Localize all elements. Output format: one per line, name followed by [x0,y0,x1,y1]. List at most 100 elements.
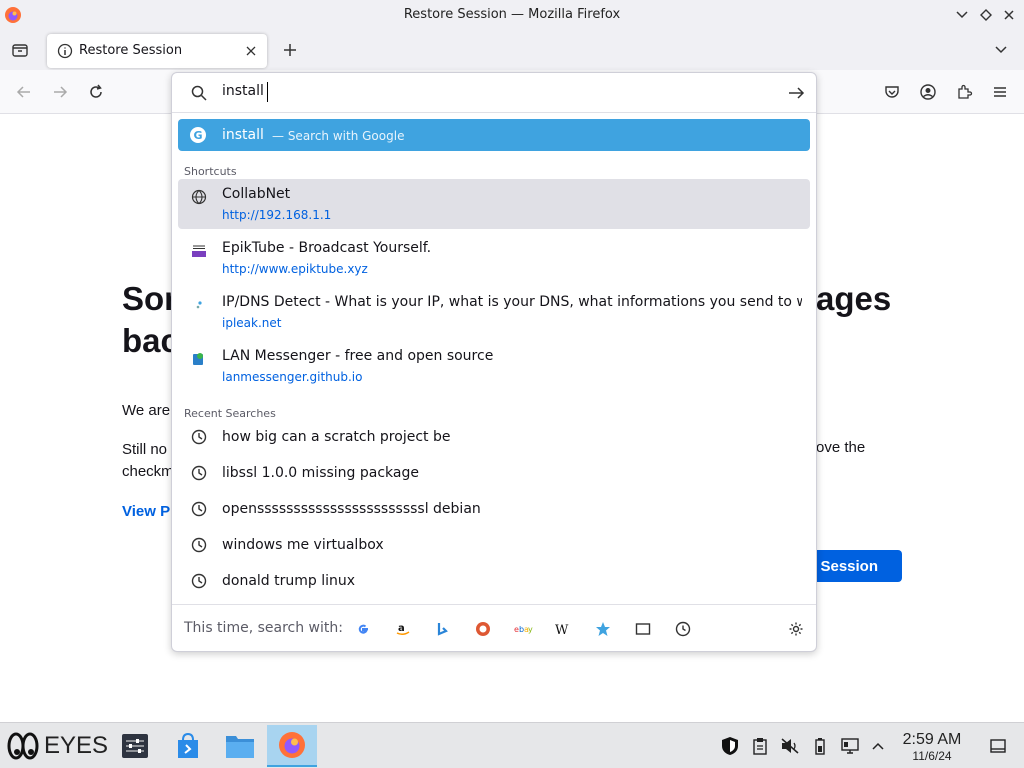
shortcut-row[interactable]: EpikTube - Broadcast Yourself. http://ww… [178,233,810,283]
recent-search-row[interactable]: how big can a scratch project be [178,421,810,453]
suggestion-text: install [222,127,264,143]
firefox-logo-icon [279,732,305,758]
url-input[interactable]: install [172,73,816,113]
history-clock-icon [191,573,207,589]
gear-icon [789,622,803,636]
search-icon [191,85,207,101]
svg-text:W: W [555,623,569,637]
shortcut-url: lanmessenger.github.io [222,370,363,384]
shortcut-row[interactable]: IP/DNS Detect - What is your IP, what is… [178,287,810,337]
recent-search-text: how big can a scratch project be [222,429,451,445]
close-icon [246,46,256,56]
security-shield-icon[interactable] [720,736,740,756]
search-with-label: This time, search with: [184,620,343,636]
tabs-search-button[interactable] [633,619,653,639]
arrow-right-icon[interactable] [786,83,806,103]
search-suggestion-row[interactable]: G install — Search with Google [178,119,810,151]
plus-icon [284,44,296,56]
show-desktop-icon[interactable] [988,736,1008,756]
title-bar: Restore Session — Mozilla Firefox [0,0,1024,30]
firefox-view-button[interactable] [8,38,32,62]
eyes-logo-icon [7,732,39,760]
shortcut-url: http://www.epiktube.xyz [222,262,368,276]
pocket-button[interactable] [880,80,904,104]
volume-muted-icon[interactable] [780,736,800,756]
taskbar-system-settings[interactable] [112,725,158,767]
forward-button[interactable] [48,80,72,104]
brand-text: EYES [44,732,109,759]
taskbar-discover[interactable] [165,725,211,767]
star-icon [596,622,610,636]
view-previous-link[interactable]: View P [122,503,170,520]
extensions-button[interactable] [952,80,976,104]
lan-messenger-icon [190,350,208,368]
history-clock-icon [191,465,207,481]
clock[interactable]: 2:59 AM 11/6/24 [896,731,968,763]
new-tab-button[interactable] [279,39,301,61]
svg-text:a: a [398,623,405,634]
paragraph-2-line-1: Still no [122,441,168,458]
duckduckgo-engine-button[interactable] [473,619,493,639]
discover-app-icon [178,732,198,758]
wikipedia-engine-button[interactable]: W [553,619,573,639]
recent-search-row[interactable]: windows me virtualbox [178,529,810,561]
restore-session-label: Session [820,557,878,575]
reload-icon [90,84,102,98]
shortcut-row[interactable]: LAN Messenger - free and open source lan… [178,341,810,391]
ipleak-icon [190,296,208,314]
ebay-engine-button[interactable]: ebay [513,619,533,639]
tab-close-button[interactable] [243,43,259,59]
reload-button[interactable] [84,80,108,104]
url-input-value: install [222,83,264,99]
shortcut-title: CollabNet [222,186,291,202]
google-engine-button[interactable] [353,619,373,639]
history-clock-icon [191,501,207,517]
shortcut-row[interactable]: CollabNet http://192.168.1.1 [178,179,810,229]
account-button[interactable] [916,80,940,104]
paragraph-2-line-2: checkm [122,463,174,480]
bing-icon [437,623,448,636]
globe-icon [190,188,208,206]
shortcut-title: LAN Messenger - free and open source [222,348,494,364]
google-icon [358,624,368,634]
page-paragraph-2-right: ove the [816,439,866,456]
maximize-button[interactable] [976,5,996,25]
page-paragraph-2: Still no checkm [122,439,174,483]
tab-restore-session[interactable]: Restore Session [47,34,267,68]
recent-search-row[interactable]: opensssssssssssssssssssssssl debian [178,493,810,525]
puzzle-icon [958,84,973,99]
recent-search-row[interactable]: donald trump linux [178,565,810,597]
taskbar-file-manager[interactable] [217,725,263,767]
back-button[interactable] [12,80,36,104]
bookmarks-search-button[interactable] [593,619,613,639]
list-all-tabs-button[interactable] [990,39,1012,61]
tray-expand-icon[interactable] [868,736,888,756]
minimize-button[interactable] [952,5,972,25]
suggestion-action: — Search with Google [272,129,405,143]
shortcut-url: http://192.168.1.1 [222,208,332,222]
tab-icon [635,623,651,635]
amazon-icon: a [396,623,410,636]
recent-search-text: opensssssssssssssssssssssssl debian [222,501,481,517]
recent-search-row[interactable]: libssl 1.0.0 missing package [178,457,810,489]
page-paragraph-1: We are [122,402,171,419]
close-window-button[interactable] [999,5,1019,25]
clock-time: 2:59 AM [902,731,962,748]
heading-line1-end: ages [816,280,892,317]
settings-app-icon [122,734,148,758]
account-icon [920,84,936,100]
amazon-engine-button[interactable]: a [393,619,413,639]
bing-engine-button[interactable] [433,619,453,639]
arrow-left-icon [16,86,30,98]
recent-search-text: windows me virtualbox [222,537,384,553]
wikipedia-icon: W [555,623,569,637]
google-icon: G [190,127,206,143]
search-settings-button[interactable] [786,619,806,639]
taskbar-firefox[interactable] [267,725,317,767]
battery-icon[interactable] [810,736,830,756]
network-icon[interactable] [840,736,860,756]
eyes-launcher[interactable]: EYES [6,731,108,761]
history-search-button[interactable] [673,619,693,639]
app-menu-button[interactable] [988,80,1012,104]
clipboard-icon[interactable] [750,736,770,756]
